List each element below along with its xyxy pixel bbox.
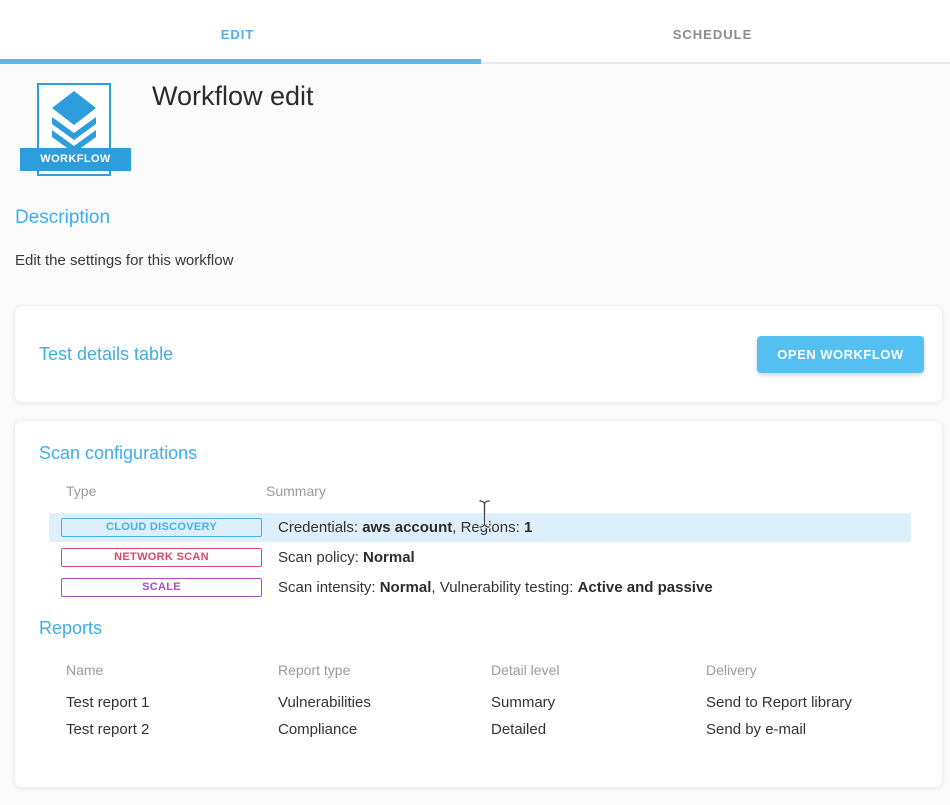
report-cell: Vulnerabilities (278, 694, 491, 711)
tab-schedule[interactable]: SCHEDULE (475, 0, 950, 64)
scan-type-cell: NETWORK SCAN (49, 548, 266, 567)
tab-edit[interactable]: EDIT (0, 0, 475, 64)
report-cell: Compliance (278, 721, 491, 738)
test-details-card: Test details table OPEN WORKFLOW (14, 305, 943, 403)
report-row[interactable]: Test report 2ComplianceDetailedSend by e… (49, 716, 911, 743)
scan-summary-cell: Scan intensity: Normal, Vulnerability te… (266, 579, 713, 596)
open-workflow-button[interactable]: OPEN WORKFLOW (757, 336, 924, 373)
active-tab-indicator (0, 59, 481, 64)
scan-configurations-card: Scan configurations Type Summary CLOUD D… (14, 420, 943, 788)
scan-config-row[interactable]: NETWORK SCANScan policy: Normal (49, 543, 911, 572)
reports-heading: Reports (39, 618, 942, 639)
report-cell: Summary (491, 694, 706, 711)
reports-col-delivery: Delivery (706, 662, 911, 678)
scan-summary-cell: Scan policy: Normal (266, 549, 415, 566)
workflow-icon-banner: WORKFLOW (20, 148, 131, 171)
page-title: Workflow edit (152, 81, 314, 112)
reports-table: Name Report type Detail level Delivery T… (49, 659, 911, 743)
report-cell: Test report 1 (49, 694, 278, 711)
tab-bar: EDIT SCHEDULE (0, 0, 950, 64)
report-cell: Send by e-mail (706, 721, 911, 738)
reports-col-report-type: Report type (278, 662, 491, 678)
scan-col-type: Type (49, 483, 266, 505)
report-cell: Send to Report library (706, 694, 911, 711)
scan-type-badge: NETWORK SCAN (61, 548, 262, 567)
scan-summary-cell: Credentials: aws account, Regions: 1 (266, 519, 532, 536)
scan-type-badge: CLOUD DISCOVERY (61, 518, 262, 537)
layers-icon (46, 90, 102, 150)
scan-type-badge: SCALE (61, 578, 262, 597)
reports-table-header: Name Report type Detail level Delivery (49, 659, 911, 681)
report-row[interactable]: Test report 1VulnerabilitiesSummarySend … (49, 689, 911, 716)
reports-col-name: Name (49, 662, 278, 678)
scan-configurations-heading: Scan configurations (39, 443, 942, 464)
workflow-header: WORKFLOW Workflow edit (0, 83, 950, 180)
test-details-heading: Test details table (39, 344, 173, 365)
report-rows: Test report 1VulnerabilitiesSummarySend … (49, 689, 911, 743)
report-cell: Test report 2 (49, 721, 278, 738)
report-cell: Detailed (491, 721, 706, 738)
scan-type-cell: CLOUD DISCOVERY (49, 518, 266, 537)
description-heading: Description (15, 207, 950, 229)
reports-col-detail-level: Detail level (491, 662, 706, 678)
text-select-cursor (477, 499, 492, 534)
scan-col-summary: Summary (266, 483, 326, 505)
description-text: Edit the settings for this workflow (15, 252, 950, 269)
scan-type-cell: SCALE (49, 578, 266, 597)
scan-config-row[interactable]: SCALEScan intensity: Normal, Vulnerabili… (49, 573, 911, 602)
